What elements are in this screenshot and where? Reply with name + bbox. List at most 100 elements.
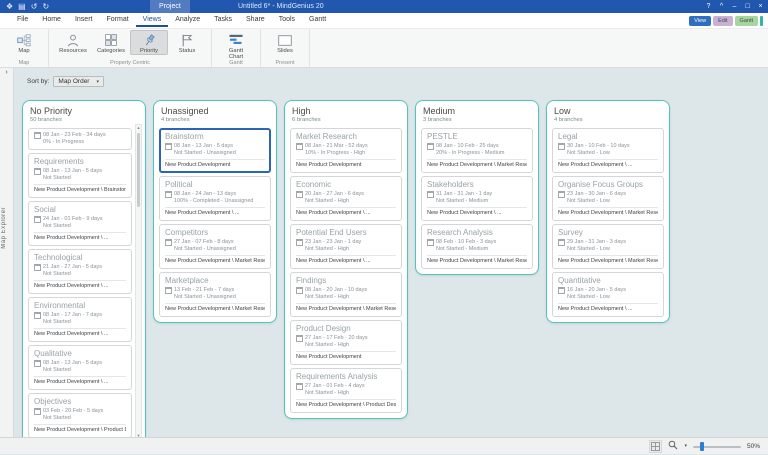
card-date-text: 03 Feb - 20 Feb - 5 days (43, 408, 103, 415)
window-title: Untitled 6* - MindGenius 20 (238, 0, 324, 13)
ribbon-button-map[interactable]: Map (5, 30, 43, 55)
task-card-objectives[interactable]: Objectives03 Feb - 20 Feb - 5 daysNot St… (28, 393, 132, 438)
priority-column-medium: Medium3 branchesPESTLE08 Jan - 10 Feb - … (415, 100, 539, 275)
mode-button-view[interactable]: View (689, 16, 711, 26)
calendar-icon (165, 287, 172, 294)
task-card-requirements[interactable]: Requirements08 Jan - 13 Jan - 5 daysNot … (28, 153, 132, 198)
card-status: Not Started - Medium (427, 246, 527, 253)
card-status: Not Started - Low (558, 150, 658, 157)
mode-button-edit[interactable]: Edit (713, 16, 732, 26)
task-card-economic[interactable]: Economic20 Jan - 27 Jan - 6 daysNot Star… (290, 176, 402, 221)
zoom-dropdown-caret-icon[interactable]: ▾ (684, 443, 687, 449)
priority-board: No Priority50 branches08 Jan - 23 Feb - … (22, 100, 670, 446)
task-card-social[interactable]: Social24 Jan - 01 Feb - 9 daysNot Starte… (28, 201, 132, 246)
task-card-market-research[interactable]: Market Research08 Jan - 21 Mar - 52 days… (290, 128, 402, 173)
card-breadcrumb-path: New Product Development \ ... (296, 207, 396, 217)
ribbon-options-icon[interactable]: ^ (715, 0, 728, 13)
scroll-up-icon[interactable]: ▲ (136, 125, 141, 131)
app-logo-icon[interactable]: ❖ (6, 0, 13, 13)
task-card-scrolled[interactable]: 08 Jan - 23 Feb - 34 days0% - In Progres… (28, 128, 132, 150)
task-card-technological[interactable]: Technological21 Jan - 27 Jan - 5 daysNot… (28, 249, 132, 294)
ribbon-button-status[interactable]: Status (168, 30, 206, 55)
task-card-quantitative[interactable]: Quantitative16 Jan - 20 Jan - 5 daysNot … (552, 272, 664, 317)
task-card-requirements-analysis[interactable]: Requirements Analysis27 Jan - 01 Feb - 4… (290, 368, 402, 413)
card-date-text: 23 Jan - 23 Jan - 1 day (305, 239, 361, 246)
ribbon: MapMapResourcesCategoriesPriorityStatusP… (0, 28, 768, 68)
redo-icon[interactable]: ↻ (42, 0, 49, 13)
task-card-pestle[interactable]: PESTLE08 Jan - 10 Feb - 25 days20% - In … (421, 128, 533, 173)
card-breadcrumb-path: New Product Development \ ... (165, 207, 265, 217)
save-icon[interactable]: ▤ (18, 0, 26, 13)
ribbon-button-priority[interactable]: Priority (130, 30, 168, 55)
column-scrollbar[interactable]: ▲▼ (135, 124, 142, 440)
minimize-icon[interactable]: – (728, 0, 741, 13)
calendar-icon (558, 191, 565, 198)
card-status: Not Started (34, 271, 126, 278)
card-status: 20% - In Progress - Medium (427, 150, 527, 157)
card-date-range: 08 Jan - 20 Jan - 10 days (296, 287, 396, 294)
task-card-qualitative[interactable]: Qualitative08 Jan - 13 Jan - 5 daysNot S… (28, 345, 132, 390)
card-breadcrumb-path: New Product Development \ ... (558, 303, 658, 313)
zoom-slider[interactable] (693, 441, 741, 451)
fit-to-window-icon[interactable] (649, 440, 662, 453)
project-tab[interactable]: Project (150, 0, 190, 13)
calendar-icon (165, 239, 172, 246)
task-card-organise-focus-groups[interactable]: Organise Focus Groups23 Jan - 30 Jan - 6… (552, 176, 664, 221)
menu-item-analyze[interactable]: Analyze (168, 13, 207, 27)
window-controls: ?^–□× (702, 0, 767, 13)
ribbon-button-categories[interactable]: Categories (92, 30, 130, 55)
card-status: Not Started - Low (558, 294, 658, 301)
chevron-down-icon: ▾ (96, 79, 99, 85)
task-card-environmental[interactable]: Environmental08 Jan - 17 Jan - 7 daysNot… (28, 297, 132, 342)
maximize-icon[interactable]: □ (741, 0, 754, 13)
zoom-tool-icon[interactable] (668, 437, 678, 455)
task-card-marketplace[interactable]: Marketplace13 Feb - 21 Feb - 7 daysNot S… (159, 272, 271, 317)
card-date-text: 08 Jan - 10 Feb - 25 days (436, 143, 499, 150)
card-status: Not Started (34, 415, 126, 422)
task-card-survey[interactable]: Survey29 Jan - 31 Jan - 3 daysNot Starte… (552, 224, 664, 269)
card-title: Requirements (34, 157, 126, 167)
expander-chevron-icon[interactable]: › (0, 67, 13, 79)
mode-button-gantt[interactable]: Gantt (735, 16, 758, 26)
menu-item-insert[interactable]: Insert (68, 13, 100, 27)
menu-item-file[interactable]: File (10, 13, 35, 27)
close-icon[interactable]: × (754, 0, 767, 13)
task-card-findings[interactable]: Findings08 Jan - 20 Jan - 10 daysNot Sta… (290, 272, 402, 317)
ribbon-button-resources[interactable]: Resources (54, 30, 92, 55)
menu-item-gantt[interactable]: Gantt (302, 13, 333, 27)
task-card-competitors[interactable]: Competitors27 Jan - 07 Feb - 8 daysNot S… (159, 224, 271, 269)
zoom-slider-thumb[interactable] (700, 442, 704, 451)
task-card-brainstorm[interactable]: Brainstorm08 Jan - 13 Jan - 5 daysNot St… (159, 128, 271, 173)
card-breadcrumb-path: New Product Development \ Brainstorm (34, 184, 126, 194)
task-card-stakeholders[interactable]: Stakeholders31 Jan - 31 Jan - 1 dayNot S… (421, 176, 533, 221)
card-breadcrumb-path: New Product Development \ Product Design (34, 424, 126, 434)
column-title: Low (552, 104, 664, 116)
card-date-range: 23 Jan - 30 Jan - 6 days (558, 191, 658, 198)
map-explorer-label: Map Explorer (1, 207, 12, 249)
menu-item-home[interactable]: Home (35, 13, 68, 27)
task-card-research-analysis[interactable]: Research Analysis08 Feb - 10 Feb - 3 day… (421, 224, 533, 269)
ribbon-button-slides[interactable]: Slides (266, 30, 304, 55)
card-date-text: 24 Jan - 01 Feb - 9 days (43, 216, 103, 223)
menu-item-views[interactable]: Views (136, 13, 169, 27)
help-icon[interactable]: ? (702, 0, 715, 13)
undo-icon[interactable]: ↺ (31, 0, 38, 13)
ribbon-button-gantt-chart[interactable]: Gantt Chart (217, 30, 255, 61)
menu-item-format[interactable]: Format (99, 13, 135, 27)
task-card-legal[interactable]: Legal30 Jan - 10 Feb - 10 daysNot Starte… (552, 128, 664, 173)
sort-order-dropdown[interactable]: Map Order ▾ (53, 76, 104, 87)
task-card-political[interactable]: Political08 Jan - 24 Jan - 13 days100% -… (159, 176, 271, 221)
menu-item-share[interactable]: Share (239, 13, 272, 27)
scrollbar-thumb[interactable] (137, 133, 140, 207)
card-breadcrumb-path: New Product Development \ ... (34, 232, 126, 242)
card-date-text: 27 Jan - 17 Feb - 20 days (305, 335, 368, 342)
card-breadcrumb-path: New Product Development \ ... (296, 255, 396, 265)
menu-item-tasks[interactable]: Tasks (207, 13, 239, 27)
task-card-potential-end-users[interactable]: Potential End Users23 Jan - 23 Jan - 1 d… (290, 224, 402, 269)
task-card-product-design[interactable]: Product Design27 Jan - 17 Feb - 20 daysN… (290, 320, 402, 365)
card-breadcrumb-path: New Product Development \ ... (34, 280, 126, 290)
card-breadcrumb-path: New Product Development \ ... (34, 376, 126, 386)
menu-item-tools[interactable]: Tools (272, 13, 302, 27)
ribbon-button-label: Categories (97, 48, 125, 54)
calendar-icon (34, 264, 41, 271)
